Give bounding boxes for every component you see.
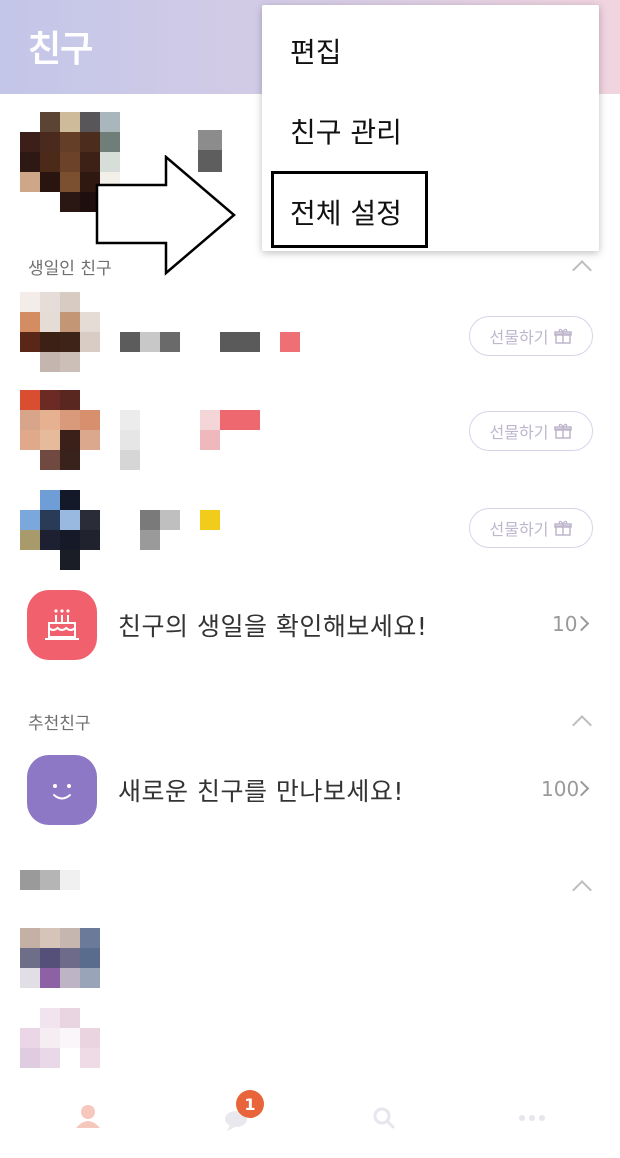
nav-tab-chats[interactable] xyxy=(158,1078,313,1158)
chat-icon xyxy=(225,1111,247,1131)
nav-tab-search[interactable] xyxy=(306,1078,461,1158)
overflow-menu: 편집 친구 관리 전체 설정 xyxy=(262,5,599,251)
more-icon xyxy=(519,1115,545,1121)
birthday-friend-avatar[interactable] xyxy=(20,490,100,570)
birthday-friend-name-blurred xyxy=(140,510,220,550)
gift-button-label: 선물하기 xyxy=(489,423,549,442)
section-label-recommended: 추천친구 xyxy=(28,714,91,734)
smile-face-icon xyxy=(27,755,97,825)
birthday-summary-text[interactable]: 친구의 생일을 확인해보세요! xyxy=(118,607,427,643)
gift-icon xyxy=(554,423,573,439)
menu-item-manage-friends[interactable]: 친구 관리 xyxy=(290,111,402,151)
menu-item-edit[interactable]: 편집 xyxy=(290,31,342,71)
gift-button[interactable]: 선물하기 xyxy=(469,508,593,548)
friend-avatar[interactable] xyxy=(20,928,100,988)
birthday-friend-avatar[interactable] xyxy=(20,292,100,372)
gift-button-label: 선물하기 xyxy=(489,520,549,539)
nav-tab-friends[interactable] xyxy=(10,1078,165,1158)
highlight-box xyxy=(271,171,428,248)
bottom-nav-bar xyxy=(0,1078,620,1158)
collapse-birthday-icon[interactable] xyxy=(572,260,592,280)
gift-icon xyxy=(554,328,573,344)
gift-icon xyxy=(554,520,573,536)
search-icon xyxy=(373,1107,395,1129)
friend-avatar[interactable] xyxy=(20,1008,100,1068)
gift-button[interactable]: 선물하기 xyxy=(469,411,593,451)
section-label-blurred xyxy=(20,870,80,890)
birthday-friend-name-blurred xyxy=(120,410,260,470)
birthday-friend-name-blurred xyxy=(120,332,300,352)
person-icon xyxy=(76,1105,100,1128)
recommend-summary-text[interactable]: 새로운 친구를 만나보세요! xyxy=(118,772,404,808)
birthday-cake-icon xyxy=(27,590,97,660)
page-title: 친구 xyxy=(28,29,93,70)
unread-badge: 1 xyxy=(236,1090,264,1118)
gift-button-label: 선물하기 xyxy=(489,328,549,347)
collapse-section-icon[interactable] xyxy=(572,880,592,900)
friends-screen: 친구 생일인 친구 선물하기 선물하기 선물하기 친구의 생일을 확인해보세요!… xyxy=(0,0,620,1158)
nav-tab-more[interactable] xyxy=(454,1078,609,1158)
birthday-friend-avatar[interactable] xyxy=(20,390,100,470)
gift-button[interactable]: 선물하기 xyxy=(469,316,593,356)
annotation-arrow-icon xyxy=(95,155,236,276)
collapse-recommended-icon[interactable] xyxy=(572,715,592,735)
